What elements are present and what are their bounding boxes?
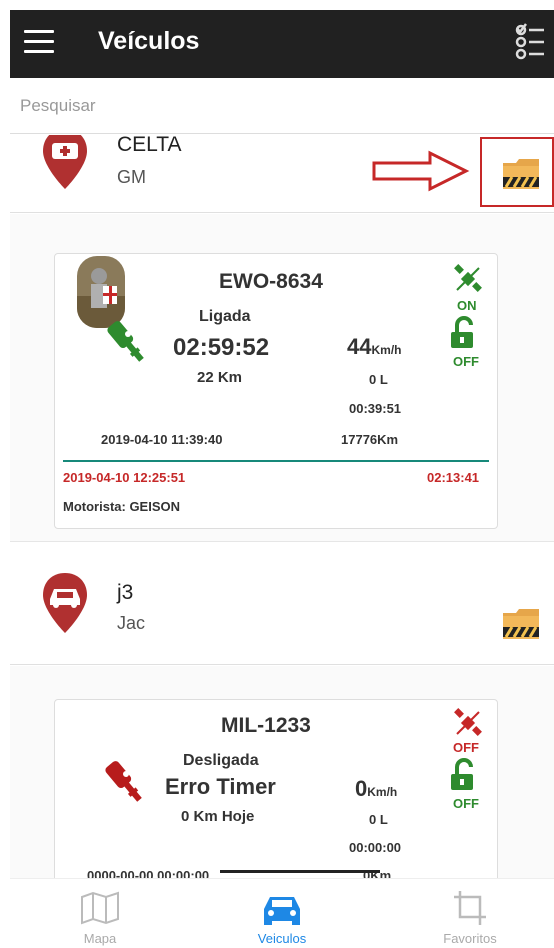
distance: 22 Km	[197, 369, 243, 386]
key-icon	[107, 321, 144, 362]
crop-icon	[454, 891, 486, 925]
speed-value: 44Km/h	[347, 334, 402, 359]
folder-icon[interactable]	[502, 157, 540, 191]
satellite-icon	[454, 708, 482, 736]
odometer: 17776Km	[341, 432, 399, 447]
satellite-icon	[454, 264, 482, 292]
car-pin-icon	[43, 573, 87, 633]
list-item[interactable]: j3 Jac	[10, 543, 554, 665]
alert-datetime: 2019-04-10 12:25:51	[63, 470, 186, 485]
divider	[63, 460, 489, 462]
driver-name: Motorista: GEISON	[63, 499, 181, 514]
vehicle-brand: Jac	[117, 613, 146, 633]
ignition-state: Desligada	[183, 752, 259, 769]
vehicle-name: j3	[117, 581, 134, 604]
nav-item-veiculos[interactable]: Veiculos	[222, 879, 342, 948]
unlock-icon	[451, 316, 473, 348]
nav-item-favoritos[interactable]: Favoritos	[410, 879, 530, 948]
filter-list-icon[interactable]	[514, 22, 546, 62]
last-datetime: 0000-00-00 00:00:00	[87, 868, 210, 878]
vehicle-card-section: MIL-1233 OFF Desligada OFF Erro Timer 0K…	[10, 666, 554, 878]
duration: 00:00:00	[349, 840, 402, 855]
vehicle-plate: MIL-1233	[221, 714, 311, 737]
ignition-state: Ligada	[199, 308, 251, 325]
distance: 0 Km Hoje	[181, 808, 255, 825]
bottom-navigation: Mapa Veiculos Favoritos	[10, 878, 554, 948]
scroll-indicator	[220, 870, 380, 873]
list-item[interactable]: CELTA GM	[10, 135, 554, 213]
nav-label: Veiculos	[257, 931, 307, 946]
vehicle-list[interactable]: CELTA GM EWO-8634 ON Ligada OFF 02:59:52…	[10, 135, 554, 878]
nav-label: Favoritos	[443, 931, 497, 946]
fuel: 0 L	[369, 372, 388, 387]
duration: 00:39:51	[349, 401, 402, 416]
nav-label: Mapa	[83, 931, 117, 946]
lock-status: OFF	[453, 796, 479, 811]
search-input[interactable]	[10, 78, 554, 133]
vehicle-plate: EWO-8634	[219, 270, 323, 293]
vehicle-card[interactable]: MIL-1233 OFF Desligada OFF Erro Timer 0K…	[54, 699, 498, 878]
ignition-timer: 02:59:52	[173, 334, 270, 361]
vehicle-card[interactable]: EWO-8634 ON Ligada OFF 02:59:52 44Km/h 2…	[54, 253, 498, 529]
ambulance-pin-icon	[43, 135, 87, 189]
ignition-timer: Erro Timer	[165, 774, 276, 799]
search-bar	[10, 78, 554, 134]
key-icon	[105, 761, 142, 802]
car-icon	[264, 897, 300, 925]
app-screen: Veículos CELTA GM	[10, 10, 554, 948]
alert-duration: 02:13:41	[427, 470, 480, 485]
nav-item-mapa[interactable]: Mapa	[40, 879, 160, 948]
arrow-annotation-icon	[372, 150, 470, 192]
fuel: 0 L	[369, 812, 388, 827]
gps-status: ON	[457, 298, 477, 313]
vehicle-brand: GM	[117, 167, 146, 187]
map-icon	[81, 891, 119, 925]
vehicle-card-section: EWO-8634 ON Ligada OFF 02:59:52 44Km/h 2…	[10, 214, 554, 542]
menu-icon[interactable]	[24, 30, 54, 56]
page-title: Veículos	[98, 27, 200, 55]
app-bar: Veículos	[10, 10, 554, 78]
last-datetime: 2019-04-10 11:39:40	[101, 432, 223, 447]
folder-icon[interactable]	[502, 607, 540, 641]
driver-avatar	[77, 256, 125, 328]
vehicle-name: CELTA	[117, 135, 182, 156]
lock-status: OFF	[453, 354, 479, 369]
speed-value: 0Km/h	[355, 776, 398, 801]
unlock-icon	[451, 758, 473, 790]
gps-status: OFF	[453, 740, 479, 755]
